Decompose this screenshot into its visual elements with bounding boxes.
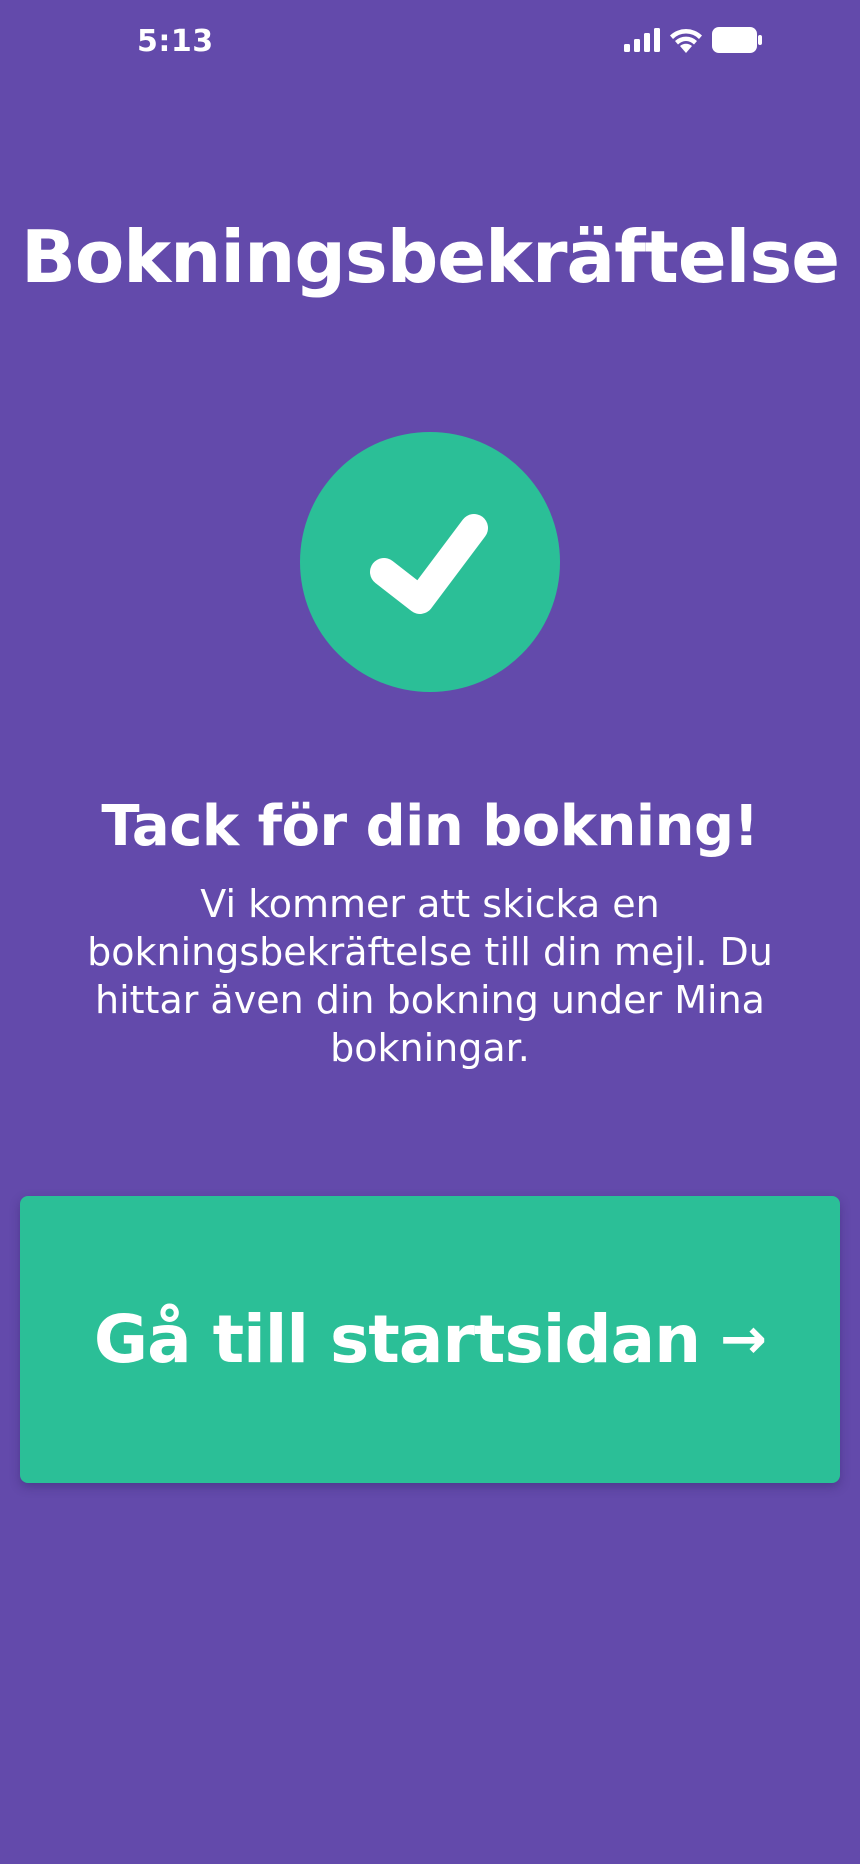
go-to-home-button[interactable]: Gå till startsidan →	[20, 1196, 840, 1483]
home-button-label: Gå till startsidan	[93, 1301, 701, 1378]
status-time: 5:13	[137, 24, 214, 59]
checkmark-icon	[370, 514, 488, 614]
page-title: Bokningsbekräftelse	[20, 215, 840, 299]
battery-icon	[712, 27, 762, 53]
signal-icon	[624, 28, 660, 52]
thanks-heading: Tack för din bokning!	[101, 794, 759, 859]
wifi-icon	[669, 27, 703, 53]
success-badge	[300, 432, 560, 692]
thanks-message: Vi kommer att skicka en bokningsbekräfte…	[87, 882, 773, 1070]
status-bar: 5:13	[0, 0, 860, 90]
arrow-right-icon: →	[720, 1307, 767, 1372]
status-icons	[624, 27, 762, 53]
